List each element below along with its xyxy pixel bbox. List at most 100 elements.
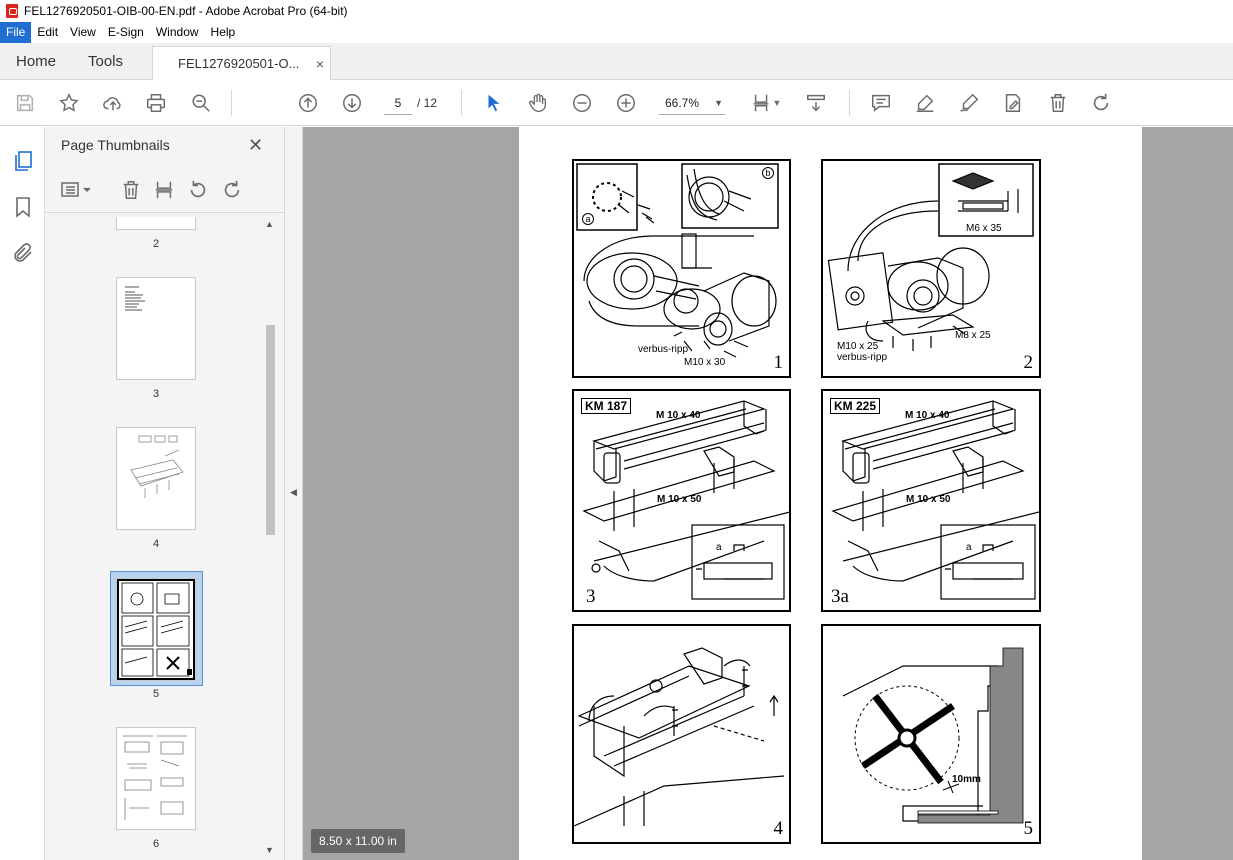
figure-number: 5	[1023, 818, 1034, 839]
figure-number: 4	[773, 818, 784, 839]
document-viewer[interactable]: a b verbus-ripp M10 x 30 1 M6 x 35 M8 x …	[303, 127, 1233, 860]
thumbnail-label: 5	[152, 688, 160, 700]
options-menu-icon[interactable]	[60, 179, 94, 201]
figure-label: verbus-ripp	[837, 352, 888, 363]
zoom-in-icon[interactable]	[614, 91, 638, 115]
page-total: / 12	[417, 96, 438, 110]
figure-label: M 10 x 50	[657, 494, 702, 505]
menu-file[interactable]: File	[0, 22, 32, 43]
figure-label: a	[966, 542, 972, 553]
thumbnail-page-6[interactable]	[116, 727, 196, 830]
figure-label: verbus-ripp	[638, 344, 689, 355]
thumbnail-page-3[interactable]	[116, 277, 196, 380]
figure-3a: KM 225 M 10 x 40 M 10 x 50 a 3a	[821, 389, 1041, 612]
tab-bar: Home Tools FEL1276920501-O... ×	[0, 43, 1233, 81]
thumbnail-list: 2 3 4 5 6	[45, 217, 263, 860]
panel-title: Page Thumbnails	[61, 137, 170, 153]
acrobat-pdf-icon	[6, 4, 18, 18]
panel-splitter[interactable]: ◀	[285, 127, 303, 860]
delete-trash-icon[interactable]	[1046, 91, 1070, 115]
menu-view[interactable]: View	[64, 22, 102, 43]
menu-help[interactable]: Help	[205, 22, 242, 43]
comment-icon[interactable]	[869, 91, 893, 115]
close-panel-icon[interactable]: ✕	[248, 135, 263, 156]
scrollbar-thumb[interactable]	[266, 325, 275, 535]
figure-number: 3a	[831, 586, 849, 607]
figure-label: M 10 x 40	[905, 410, 950, 421]
tab-tools[interactable]: Tools	[88, 43, 123, 80]
figure-label: 10mm	[952, 774, 981, 785]
save-icon[interactable]	[13, 91, 37, 115]
scroll-up-icon[interactable]: ▲	[265, 219, 274, 229]
rotate-clockwise-icon[interactable]	[221, 179, 243, 201]
thumbnail-label: 4	[152, 538, 160, 550]
figure-label: M8 x 25	[955, 330, 991, 341]
toolbar-divider	[461, 90, 462, 116]
figure-3: KM 187 M 10 x 40 M 10 x 50 a 3	[572, 389, 791, 612]
bookmark-star-icon[interactable]	[57, 91, 81, 115]
left-navigation-rail	[0, 127, 45, 860]
window-title: FEL1276920501-OIB-00-EN.pdf - Adobe Acro…	[24, 4, 348, 18]
delete-pages-icon[interactable]	[120, 179, 142, 201]
figure-label: M 10 x 40	[656, 410, 701, 421]
collapse-panel-icon[interactable]: ◀	[290, 487, 297, 498]
toolbar-divider	[849, 90, 850, 116]
thumbnail-label: 3	[152, 388, 160, 400]
page-size-badge: 8.50 x 11.00 in	[311, 829, 405, 853]
select-cursor-icon[interactable]	[482, 91, 506, 115]
figure-number: 3	[586, 586, 596, 607]
zoom-out-icon[interactable]	[570, 91, 594, 115]
title-bar: FEL1276920501-OIB-00-EN.pdf - Adobe Acro…	[0, 0, 1233, 22]
page-thumbnails-panel: Page Thumbnails ✕ 2 3 4 5 6 ▲ ▼	[45, 127, 285, 860]
menu-bar: File Edit View E-Sign Window Help	[0, 22, 1233, 43]
menu-edit[interactable]: Edit	[31, 22, 64, 43]
toolbar-divider	[231, 90, 232, 116]
figure-label: M6 x 35	[966, 223, 1002, 234]
figure-4: 4	[572, 624, 791, 844]
page-thumbnails-icon[interactable]	[11, 149, 35, 173]
close-tab-icon[interactable]: ×	[316, 47, 324, 81]
previous-page-icon[interactable]	[296, 91, 320, 115]
figure-label: M 10 x 50	[906, 494, 951, 505]
figure-label: M10 x 25	[837, 341, 879, 352]
zoom-search-icon[interactable]	[189, 91, 213, 115]
rotate-clockwise-icon[interactable]	[1089, 91, 1113, 115]
thumbnail-page-4[interactable]	[116, 427, 196, 530]
attachments-paperclip-icon[interactable]	[11, 241, 35, 265]
chevron-down-icon[interactable]: ▼	[771, 91, 783, 115]
figure-label: M10 x 30	[684, 357, 726, 368]
page-number-input[interactable]: 5	[384, 91, 412, 115]
pdf-page: a b verbus-ripp M10 x 30 1 M6 x 35 M8 x …	[519, 127, 1142, 860]
extract-pages-icon[interactable]	[153, 179, 175, 201]
tab-home[interactable]: Home	[16, 43, 56, 80]
chevron-down-icon: ▼	[714, 98, 723, 108]
zoom-level-value: 66.7%	[665, 96, 700, 110]
zoom-level-select[interactable]: 66.7% ▼	[659, 91, 725, 115]
tab-document[interactable]: FEL1276920501-O... ×	[152, 46, 331, 81]
figure-callout: b	[762, 167, 774, 179]
tab-document-label: FEL1276920501-O...	[178, 56, 300, 71]
bookmarks-icon[interactable]	[11, 195, 35, 219]
upload-cloud-icon[interactable]	[101, 91, 125, 115]
hand-tool-icon[interactable]	[526, 91, 550, 115]
print-icon[interactable]	[144, 91, 168, 115]
fill-sign-icon[interactable]	[1001, 91, 1025, 115]
menu-window[interactable]: Window	[150, 22, 205, 43]
model-label: KM 187	[581, 398, 632, 414]
figure-number: 1	[773, 352, 784, 373]
scroll-down-icon[interactable]: ▼	[265, 845, 274, 855]
draw-signature-icon[interactable]	[957, 91, 981, 115]
thumbnail-scrollbar[interactable]: ▲ ▼	[263, 217, 277, 860]
rotate-counterclockwise-icon[interactable]	[187, 179, 209, 201]
menu-esign[interactable]: E-Sign	[102, 22, 150, 43]
scroll-mode-icon[interactable]	[804, 91, 828, 115]
figure-5: 10mm 5	[821, 624, 1041, 844]
main-toolbar: 5 / 12 66.7% ▼ ▼	[0, 80, 1233, 126]
thumbnail-toolbar	[45, 175, 285, 213]
figure-callout: a	[582, 213, 594, 225]
thumbnail-page-2[interactable]	[116, 217, 196, 230]
thumbnail-page-5[interactable]	[116, 578, 196, 681]
next-page-icon[interactable]	[340, 91, 364, 115]
highlight-pen-icon[interactable]	[913, 91, 937, 115]
thumbnail-label: 2	[152, 238, 160, 250]
